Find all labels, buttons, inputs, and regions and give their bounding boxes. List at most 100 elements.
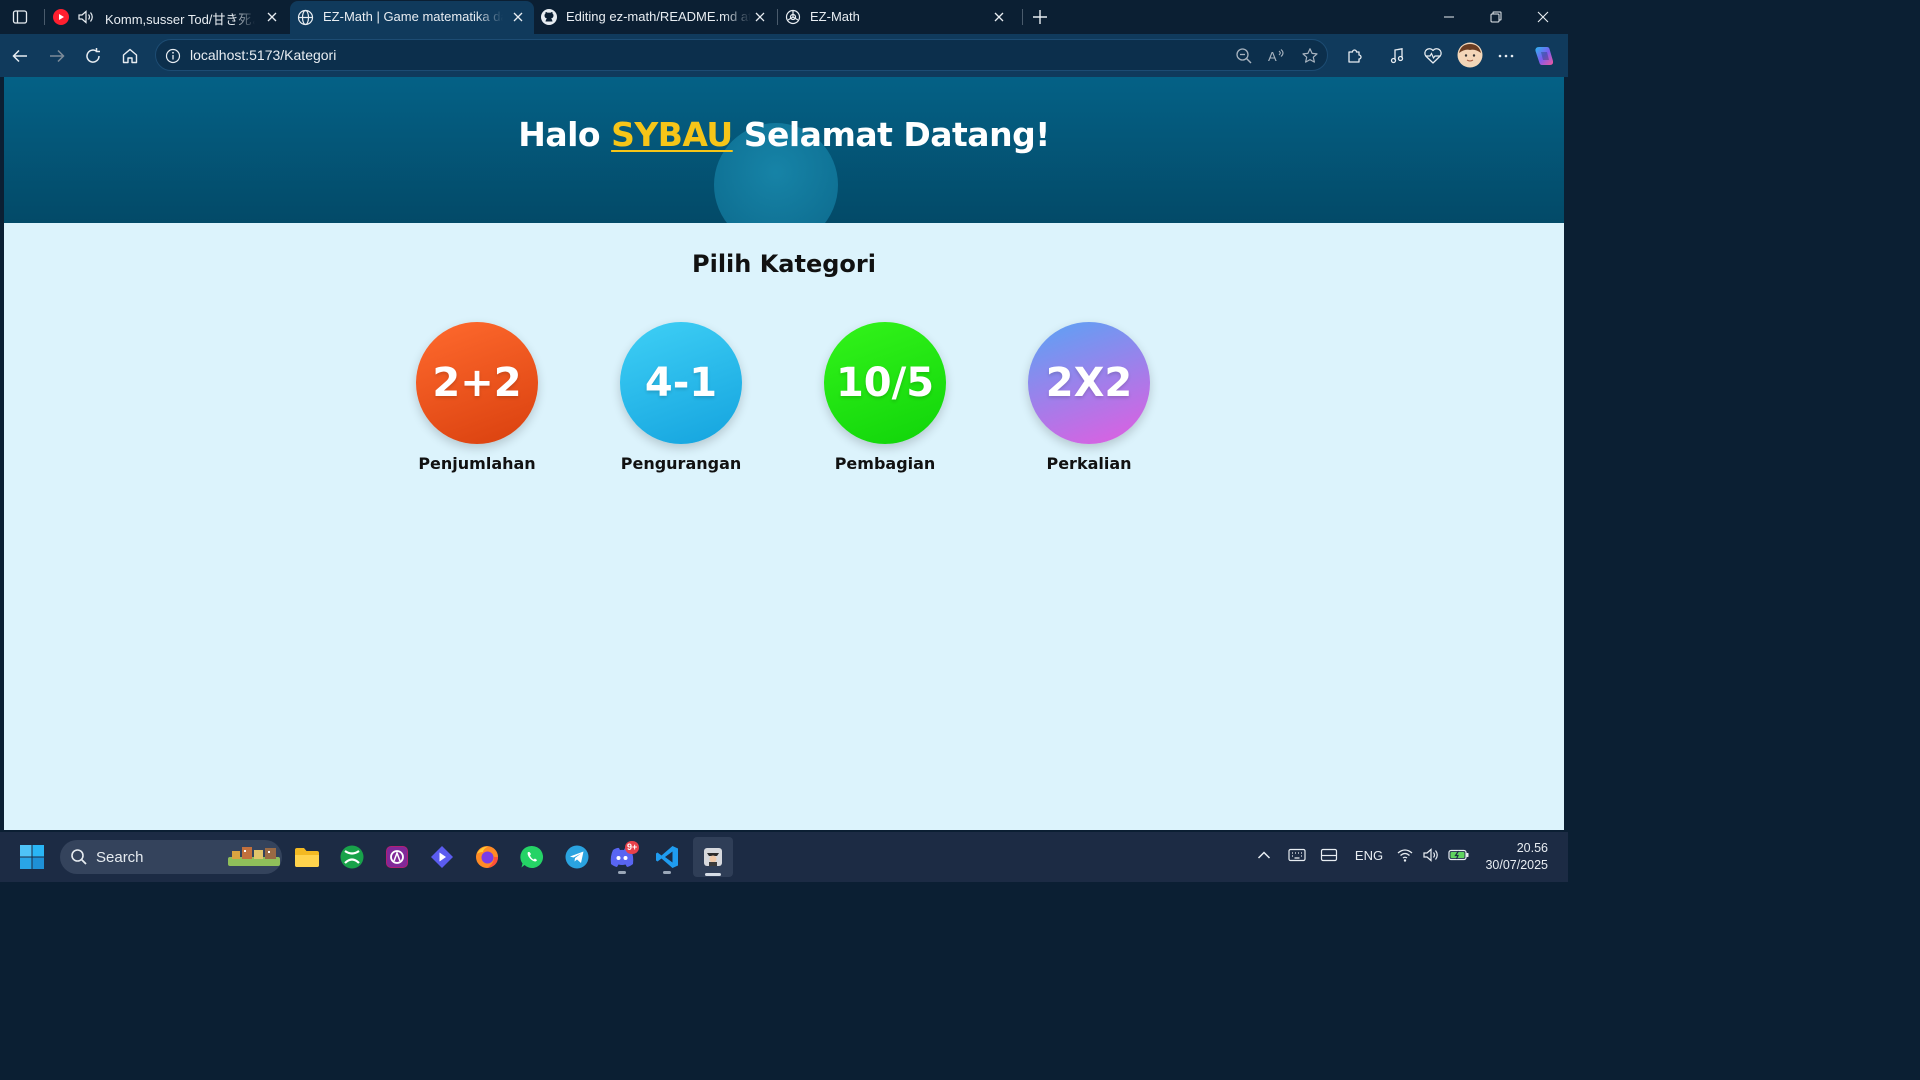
tab-ez-math-game[interactable]: EZ-Math | Game matematika dasar	[290, 1, 534, 34]
discord-notification-badge: 9+	[625, 841, 640, 854]
start-button[interactable]	[14, 839, 50, 875]
welcome-heading: Halo SYBAU Selamat Datang!	[4, 115, 1564, 154]
category-addition-circle[interactable]: 2+2	[416, 322, 538, 444]
category-addition[interactable]: 2+2 Penjumlahan	[402, 322, 552, 473]
refresh-icon	[86, 48, 100, 63]
more-horizontal-icon	[1498, 54, 1514, 58]
address-bar[interactable]: localhost:5173/Kategori A	[155, 39, 1328, 71]
back-arrow-icon	[12, 49, 27, 63]
category-subtraction[interactable]: 4-1 Pengurangan	[606, 322, 756, 473]
tab-ez-math[interactable]: EZ-Math	[779, 1, 1021, 34]
browser-essentials-button[interactable]	[1420, 43, 1446, 69]
settings-menu-button[interactable]	[1493, 43, 1519, 69]
favorite-star-icon[interactable]	[1300, 46, 1320, 66]
category-symbol: 2X2	[1045, 360, 1133, 406]
username-link[interactable]: SYBAU	[611, 115, 733, 154]
whatsapp-icon	[520, 845, 544, 868]
media-control-button[interactable]	[1384, 43, 1410, 69]
copilot-button[interactable]	[1531, 43, 1557, 69]
music-note-icon	[1390, 48, 1404, 64]
category-division[interactable]: 10/5 Pembagian	[810, 322, 960, 473]
site-info-icon[interactable]	[163, 46, 183, 66]
category-multiplication-circle[interactable]: 2X2	[1028, 322, 1150, 444]
home-button[interactable]	[117, 43, 143, 69]
category-multiplication[interactable]: 2X2 Perkalian	[1014, 322, 1164, 473]
zoom-out-icon[interactable]	[1234, 46, 1254, 66]
greeting-prefix: Halo	[518, 115, 612, 154]
network-display-button[interactable]	[1318, 845, 1340, 865]
restore-button[interactable]	[1473, 2, 1519, 32]
back-button[interactable]	[7, 43, 33, 69]
running-indicator	[663, 871, 671, 874]
tab-strip: Komm,susser Tod/甘き死よ、来 EZ-Math | Game ma…	[0, 0, 1568, 34]
tab-actions-icon[interactable]	[8, 5, 32, 29]
navigation-toolbar: localhost:5173/Kategori A	[0, 34, 1568, 77]
close-tab-icon[interactable]	[991, 9, 1007, 25]
forward-button[interactable]	[44, 43, 70, 69]
youtube-music-icon	[53, 9, 69, 25]
read-aloud-icon[interactable]: A	[1267, 46, 1287, 66]
category-label: Penjumlahan	[418, 454, 536, 473]
copilot-icon	[1535, 47, 1554, 65]
keyboard-icon	[1288, 848, 1306, 862]
forward-arrow-icon	[50, 49, 65, 63]
taskbar-telegram[interactable]	[559, 839, 595, 875]
category-label: Perkalian	[1046, 454, 1132, 473]
category-label: Pengurangan	[620, 454, 742, 473]
tab-youtube-music[interactable]: Komm,susser Tod/甘き死よ、来	[46, 1, 288, 34]
taskbar-file-explorer[interactable]	[289, 839, 325, 875]
category-symbol: 10/5	[835, 360, 935, 406]
minimize-button[interactable]	[1426, 2, 1472, 32]
taskbar-whatsapp[interactable]	[514, 839, 550, 875]
avatar-icon	[1457, 42, 1483, 68]
firefox-icon	[476, 846, 498, 868]
taskbar-discord[interactable]: 9+	[604, 839, 640, 875]
category-symbol: 2+2	[432, 360, 522, 406]
taskbar-search[interactable]: Search	[60, 840, 282, 874]
tab-title: EZ-Math	[810, 9, 860, 24]
taskbar-media-player[interactable]	[424, 839, 460, 875]
taskbar-firefox[interactable]	[469, 839, 505, 875]
wifi-icon	[1397, 849, 1413, 862]
category-division-circle[interactable]: 10/5	[824, 322, 946, 444]
category-subtraction-circle[interactable]: 4-1	[620, 322, 742, 444]
extensions-button[interactable]	[1342, 43, 1368, 69]
clock-date: 30/07/2025	[1485, 858, 1548, 872]
show-hidden-icons-button[interactable]	[1254, 845, 1274, 865]
tab-separator	[1022, 9, 1023, 25]
browser-profile-icon	[704, 848, 722, 866]
openai-icon	[785, 9, 801, 28]
minimize-icon	[1444, 16, 1454, 18]
vscode-icon	[656, 846, 678, 868]
close-tab-icon[interactable]	[510, 9, 526, 25]
close-tab-icon[interactable]	[752, 9, 768, 25]
clock-time: 20.56	[1516, 841, 1548, 855]
touch-keyboard-button[interactable]	[1286, 845, 1308, 865]
taskbar-vscode[interactable]	[649, 839, 685, 875]
taskbar-clock[interactable]: 20.56 30/07/2025	[1485, 840, 1548, 874]
close-tab-icon[interactable]	[264, 9, 280, 25]
tab-separator	[44, 9, 45, 25]
profile-avatar[interactable]	[1456, 41, 1484, 69]
folder-icon	[295, 848, 319, 867]
battery-charging-icon	[1448, 849, 1469, 861]
new-tab-button[interactable]	[1028, 1, 1052, 34]
tab-title: Komm,susser Tod/甘き死よ、来	[105, 12, 255, 27]
restore-icon	[1490, 11, 1502, 23]
camera-app-icon	[386, 846, 408, 868]
audio-playing-icon[interactable]	[77, 8, 95, 29]
taskbar-xbox[interactable]	[334, 839, 370, 875]
tab-github-readme[interactable]: Editing ez-math/README.md at main	[536, 1, 776, 34]
active-indicator	[705, 873, 721, 876]
play-diamond-icon	[431, 846, 453, 868]
windows-logo-icon	[20, 845, 44, 869]
quick-settings-button[interactable]	[1396, 845, 1470, 865]
category-symbol: 4-1	[644, 360, 718, 406]
taskbar-edge-profile[interactable]	[693, 837, 733, 877]
close-window-button[interactable]	[1520, 2, 1566, 32]
page-viewport: Halo SYBAU Selamat Datang! Pilih Kategor…	[4, 77, 1564, 830]
section-title: Pilih Kategori	[692, 250, 876, 278]
input-language-indicator[interactable]: ENG	[1353, 845, 1385, 865]
taskbar-camera-app[interactable]	[379, 839, 415, 875]
refresh-button[interactable]	[80, 43, 106, 69]
